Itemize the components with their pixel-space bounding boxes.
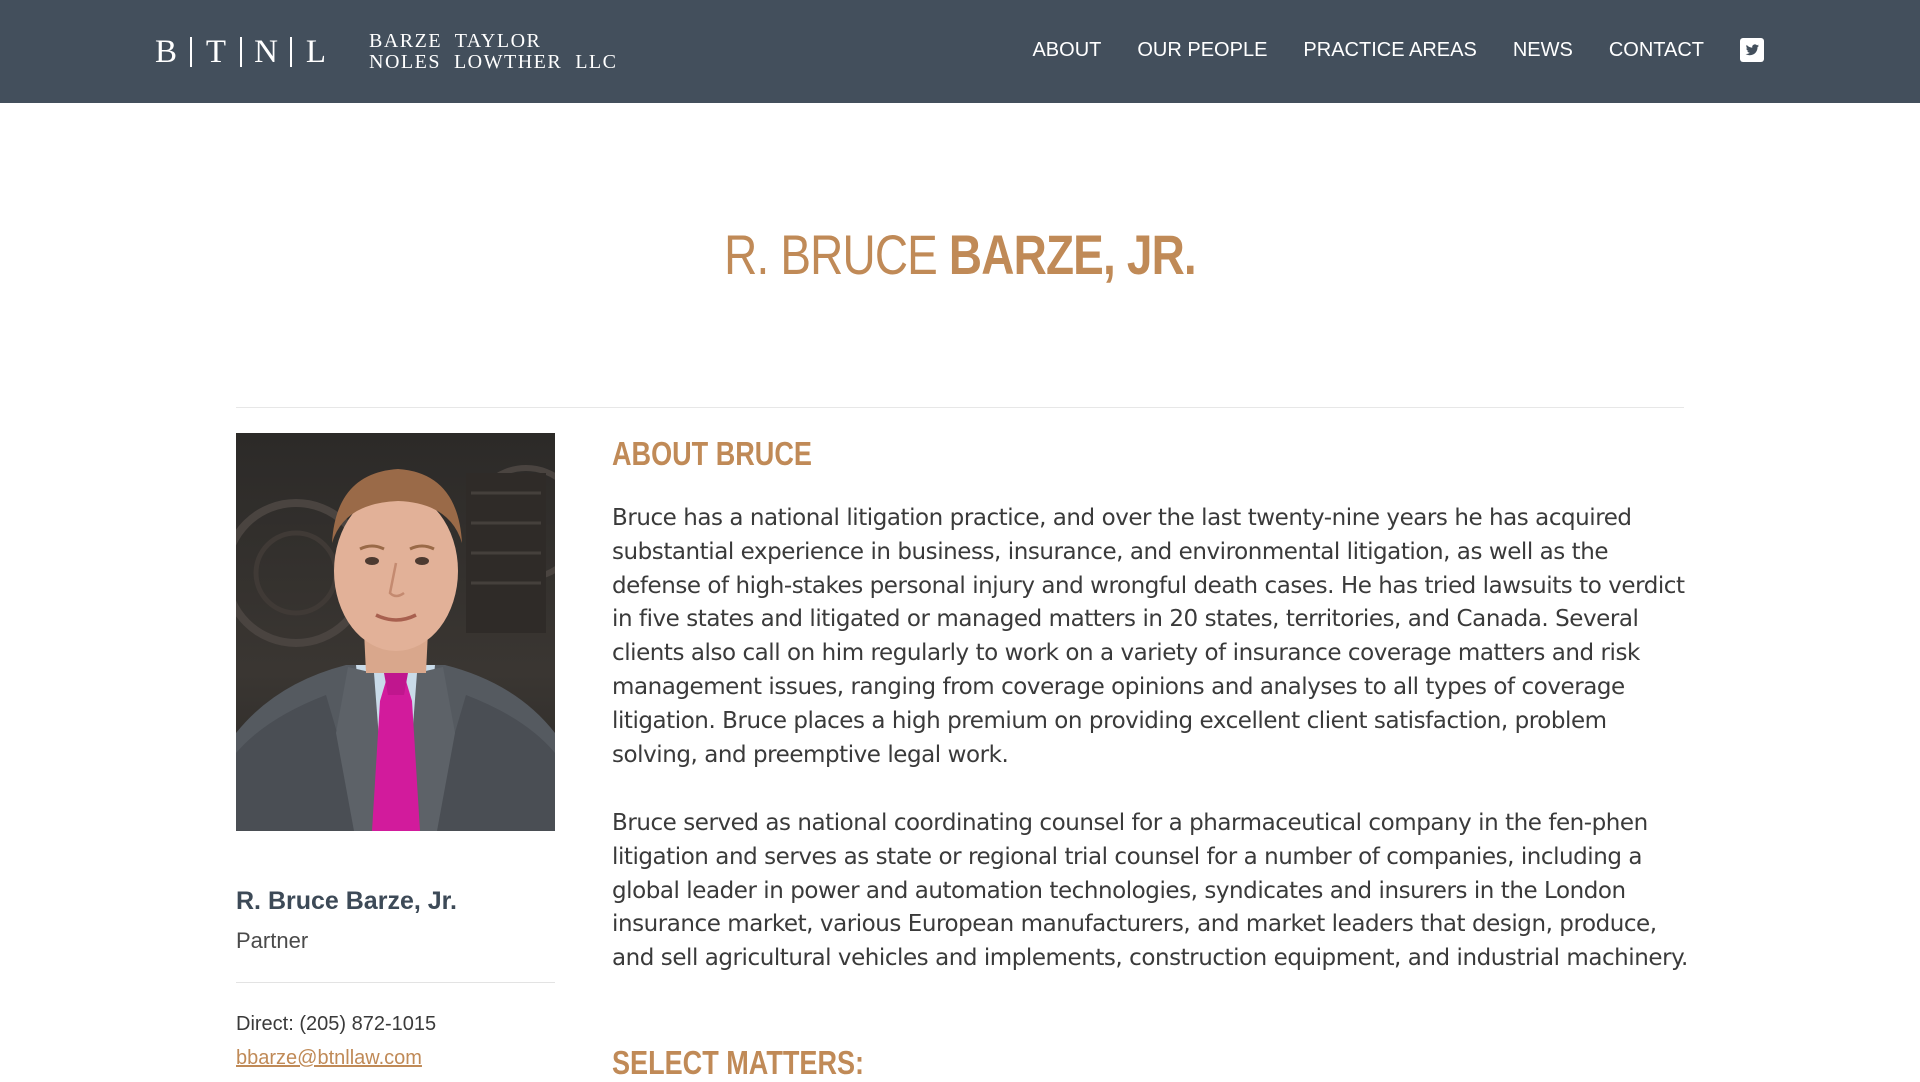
logo-letter-b: B xyxy=(154,33,177,70)
section-divider xyxy=(236,407,1684,408)
logo-letter-l: L xyxy=(305,33,327,70)
nav-news[interactable]: NEWS xyxy=(1513,39,1573,62)
person-name: R. Bruce Barze, Jr. xyxy=(236,887,457,915)
nav-about[interactable]: ABOUT xyxy=(1032,39,1101,62)
logo-divider xyxy=(240,37,242,67)
logo-letter-t: T xyxy=(205,33,227,70)
page-title: R. BRUCE BARZE, JR. xyxy=(173,222,1747,287)
logo-monogram: B T N L xyxy=(149,34,333,71)
page-title-last: BARZE, JR. xyxy=(948,223,1197,286)
person-photo xyxy=(236,433,555,831)
about-heading: ABOUT BRUCE xyxy=(612,435,812,472)
nav-our-people[interactable]: OUR PEOPLE xyxy=(1137,39,1267,62)
logo-firm-name: BARZE TAYLOR NOLES LOWTHER LLC xyxy=(369,31,617,73)
twitter-icon[interactable] xyxy=(1740,38,1764,62)
about-paragraph-1: Bruce has a national litigation practice… xyxy=(612,505,1685,768)
logo-letter-n: N xyxy=(254,33,278,70)
logo-divider xyxy=(190,37,192,67)
profile-divider xyxy=(236,982,555,983)
nav-practice-areas[interactable]: PRACTICE AREAS xyxy=(1303,39,1476,62)
about-paragraph-2: Bruce served as national coordinating co… xyxy=(612,810,1688,972)
main-nav: ABOUT OUR PEOPLE PRACTICE AREAS NEWS CON… xyxy=(996,0,1764,100)
nav-contact[interactable]: CONTACT xyxy=(1609,39,1704,62)
firm-logo[interactable]: B T N L BARZE TAYLOR NOLES LOWTHER LLC xyxy=(149,31,617,73)
top-navigation-bar: B T N L BARZE TAYLOR NOLES LOWTHER LLC A… xyxy=(0,0,1920,103)
person-role: Partner xyxy=(236,928,309,953)
page-title-first: R. BRUCE xyxy=(724,223,949,286)
logo-name-line2: NOLES LOWTHER LLC xyxy=(369,51,618,73)
logo-divider xyxy=(290,37,292,67)
email-link[interactable]: bbarze@btnllaw.com xyxy=(236,1047,422,1070)
logo-name-line1: BARZE TAYLOR xyxy=(369,30,542,52)
select-matters-heading: SELECT MATTERS: xyxy=(612,1044,865,1081)
direct-phone: Direct: (205) 872-1015 xyxy=(236,1013,437,1035)
